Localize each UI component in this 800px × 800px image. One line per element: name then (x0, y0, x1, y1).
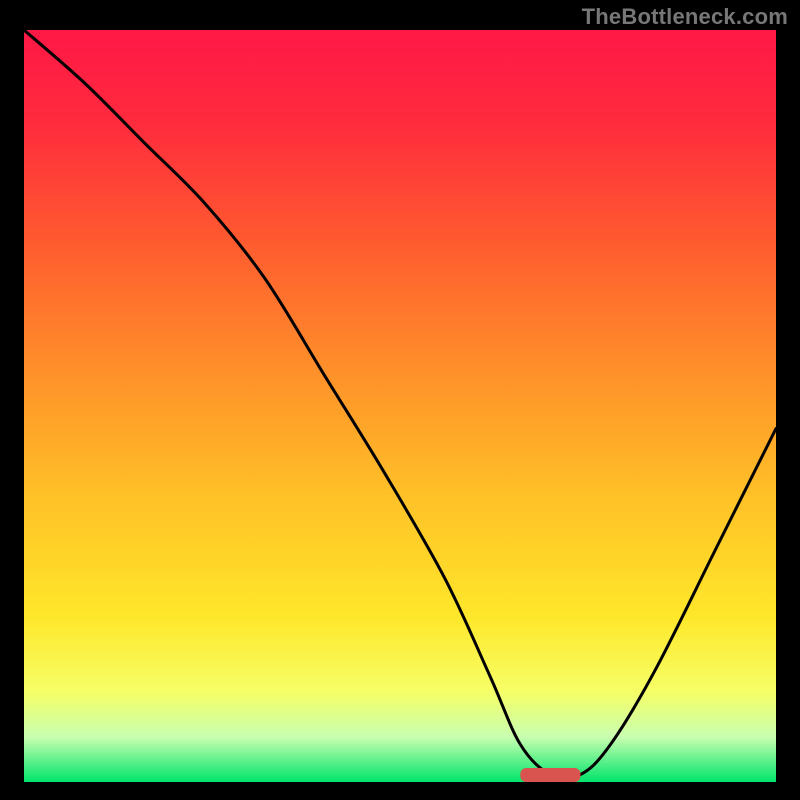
plot-background (24, 30, 776, 782)
bottleneck-chart (0, 0, 800, 800)
watermark-label: TheBottleneck.com (582, 4, 788, 30)
chart-stage: TheBottleneck.com (0, 0, 800, 800)
optimal-range-marker (520, 768, 580, 782)
